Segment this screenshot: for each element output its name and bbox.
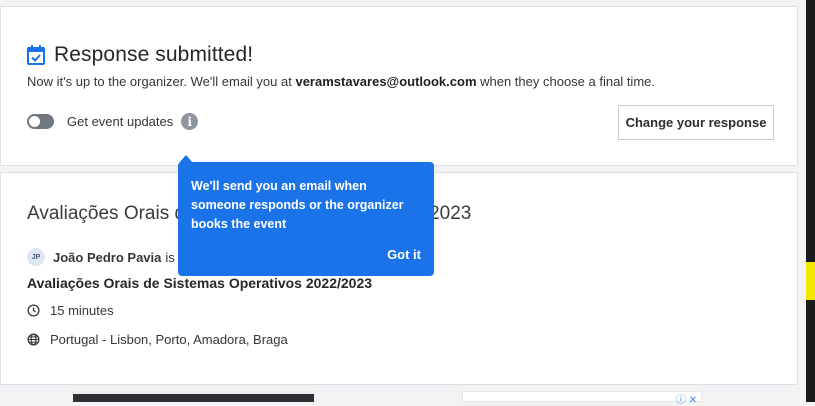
side-ad-highlight bbox=[806, 262, 815, 300]
side-ad-strip bbox=[806, 0, 815, 402]
location-row: Portugal - Lisbon, Porto, Amadora, Braga bbox=[27, 332, 288, 347]
page-title: Response submitted! bbox=[54, 43, 254, 66]
event-updates-tooltip: We'll send you an email when someone res… bbox=[178, 155, 434, 276]
event-updates-toggle[interactable] bbox=[27, 114, 54, 129]
user-email: veramstavares@outlook.com bbox=[295, 74, 477, 89]
ad-choices-close-icon[interactable]: ⓘ ✕ bbox=[676, 391, 697, 406]
tooltip-message: We'll send you an email when someone res… bbox=[191, 179, 404, 231]
ad-banner-left[interactable] bbox=[73, 391, 314, 402]
organizer-row: JP João Pedro Pavia is or bbox=[27, 248, 190, 266]
notice-prefix: Now it's up to the organizer. We'll emai… bbox=[27, 74, 296, 89]
event-updates-label: Get event updates bbox=[67, 114, 174, 129]
avatar: JP bbox=[27, 248, 45, 266]
confirmation-header: Response submitted! bbox=[27, 43, 253, 67]
info-icon[interactable]: i bbox=[181, 113, 199, 130]
clock-icon bbox=[27, 304, 40, 317]
location-text: Portugal - Lisbon, Porto, Amadora, Braga bbox=[50, 332, 288, 347]
confirmation-notice: Now it's up to the organizer. We'll emai… bbox=[27, 74, 655, 89]
event-title-right: 2023 bbox=[429, 203, 472, 224]
poll-name: Avaliações Orais de Sistemas Operativos … bbox=[27, 275, 373, 291]
organizer-name: João Pedro Pavia bbox=[53, 249, 162, 265]
event-title-left: Avaliações Orais d bbox=[27, 203, 186, 224]
duration-row: 15 minutes bbox=[27, 303, 114, 318]
toggle-knob bbox=[29, 116, 40, 127]
notice-suffix: when they choose a final time. bbox=[476, 74, 655, 89]
event-updates-row: Get event updates i bbox=[27, 113, 199, 130]
change-response-button[interactable]: Change your response bbox=[618, 105, 774, 140]
got-it-button[interactable]: Got it bbox=[387, 247, 421, 262]
ad-banner-right[interactable]: ⓘ ✕ bbox=[462, 391, 702, 406]
duration-text: 15 minutes bbox=[50, 303, 114, 318]
calendar-check-icon bbox=[27, 45, 45, 65]
ad-banner-stripe bbox=[73, 391, 314, 394]
globe-icon bbox=[27, 333, 40, 346]
confirmation-card: Response submitted! Now it's up to the o… bbox=[0, 6, 798, 166]
